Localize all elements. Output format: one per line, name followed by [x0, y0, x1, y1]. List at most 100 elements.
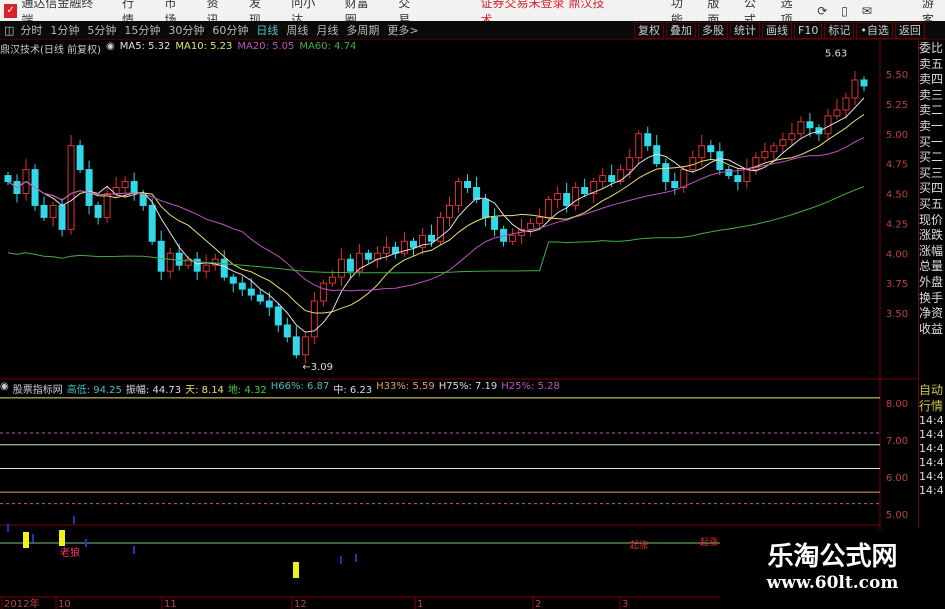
watermark: 乐淘公式网 www.60lt.com — [720, 530, 945, 609]
kline-chart[interactable]: 5.50 5.25 5.00 4.75 4.50 4.25 4.00 3.75 3.50 5.63… — [0, 0, 918, 609]
x-tick-label: 1 — [417, 599, 423, 609]
candle-body — [265, 300, 273, 308]
y-tick-label: 5.25 — [886, 100, 908, 111]
y-tick-label: 5.00 — [886, 130, 908, 141]
tick-label: 14:41 — [919, 470, 945, 484]
candle-body — [446, 204, 454, 218]
candle-body — [644, 133, 652, 147]
candle-body — [509, 234, 517, 242]
tick-panel: 自动行情14:4114:4114:4114:4114:4114:41 — [918, 383, 945, 528]
indicator-value: H66%: 6.87 — [270, 381, 330, 392]
candle-body — [229, 276, 237, 284]
ma60-line — [7, 186, 865, 274]
quote-label: 涨幅 — [919, 243, 944, 258]
indicator-value: H33%: 5.59 — [376, 381, 435, 392]
candle-body — [364, 252, 372, 260]
candle-body — [770, 145, 778, 153]
candle-body — [662, 163, 670, 183]
y-tick-label: 4.50 — [886, 190, 908, 201]
candle-body — [473, 187, 481, 200]
ma20-line — [7, 137, 865, 292]
indicator-value: H25%: 5.28 — [501, 381, 560, 392]
tick-label[interactable]: 行情 — [919, 399, 945, 415]
x-tick-label: 2 — [535, 599, 541, 609]
candle-body — [346, 258, 354, 272]
candle-body — [49, 204, 57, 218]
tick-label: 14:41 — [919, 456, 945, 470]
x-tick-label: 11 — [164, 599, 177, 609]
quote-label: 涨跌 — [919, 228, 944, 243]
signal-label: 起涨 — [630, 540, 648, 551]
candle-body — [382, 246, 390, 254]
candle-body — [85, 169, 93, 206]
candle-body — [626, 157, 634, 171]
candle-body — [319, 282, 327, 302]
candle-body — [851, 79, 859, 99]
x-tick-label: 3 — [622, 599, 628, 609]
candle-body — [58, 204, 66, 230]
candle-body — [833, 109, 841, 117]
indicator-tick-label: 6.00 — [886, 473, 908, 484]
candle-body — [148, 204, 156, 242]
quote-label: 卖一 — [919, 118, 944, 133]
quote-label: 净资 — [919, 306, 944, 321]
indicator-name: 股票指标网 — [12, 385, 63, 396]
tick-label: 14:41 — [919, 414, 945, 428]
candle-body — [4, 175, 12, 183]
x-tick-label: 12 — [294, 599, 307, 609]
x-tick-label: 10 — [58, 599, 71, 609]
y-tick-label: 4.00 — [886, 249, 908, 260]
candle-body — [274, 306, 282, 326]
quote-label: 卖二 — [919, 103, 944, 118]
quote-label: 卖三 — [919, 87, 944, 102]
candle-body — [130, 181, 138, 195]
candle-body — [680, 169, 688, 189]
candle-body — [202, 264, 210, 272]
candle-body — [76, 145, 84, 171]
candle-body — [103, 193, 111, 218]
candle-body — [608, 175, 616, 183]
quote-label: 买三 — [919, 165, 944, 180]
candle-body — [157, 240, 165, 272]
candle-body — [527, 222, 535, 230]
candle-body — [842, 97, 850, 111]
candle-body — [94, 204, 102, 218]
candle-body — [491, 216, 499, 230]
candle-body — [121, 181, 129, 189]
settings-icon[interactable]: ◉ — [0, 381, 9, 395]
candle-body — [247, 288, 255, 296]
candle-body — [671, 181, 679, 189]
candle-body — [464, 181, 472, 189]
ma5-line — [7, 97, 865, 333]
quote-label: 委比 — [919, 41, 944, 55]
indicator-value: 振幅: 44.73 — [125, 385, 182, 396]
signal-tick — [73, 516, 75, 524]
signal-label: 起涨 — [700, 537, 718, 548]
candle-body — [734, 175, 742, 183]
indicator-tick-label: 7.00 — [886, 436, 908, 447]
signal-tick — [133, 546, 135, 554]
candle-body — [67, 145, 75, 230]
indicator-value: 天: 8.14 — [185, 385, 224, 396]
candle-body — [554, 193, 562, 200]
candle-body — [725, 169, 733, 177]
indicator-tick-label: 8.00 — [886, 399, 908, 410]
candle-body — [536, 216, 544, 224]
candle-body — [563, 193, 571, 206]
candle-body — [256, 294, 264, 302]
candle-body — [707, 145, 715, 153]
signal-tick — [355, 554, 357, 562]
candle-body — [283, 324, 291, 338]
indicator-bar: ◉ 股票指标网 高低: 94.25 振幅: 44.73 天: 8.14 地: 4.32… — [0, 381, 560, 396]
candle-body — [220, 258, 228, 278]
candle-body — [409, 240, 417, 248]
watermark-title: 乐淘公式网 — [767, 542, 898, 572]
indicator-value: 地: 4.32 — [227, 385, 267, 396]
candle-body — [779, 139, 787, 147]
y-tick-label: 3.50 — [886, 309, 908, 320]
tick-label[interactable]: 自动 — [919, 383, 945, 399]
y-tick-label: 4.25 — [886, 219, 908, 230]
quote-label: 总量 — [919, 259, 944, 274]
candle-body — [599, 175, 607, 183]
tick-label: 14:41 — [919, 442, 945, 456]
